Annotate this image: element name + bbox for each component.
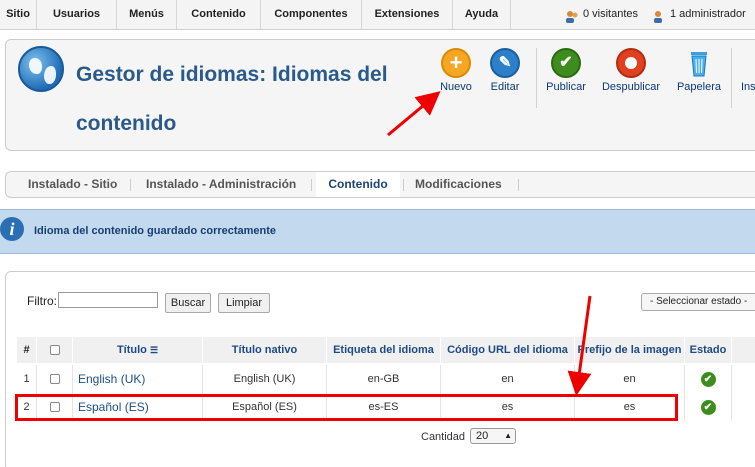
menu-extensiones[interactable]: Extensiones bbox=[362, 0, 453, 29]
published-check-icon[interactable]: ✔ bbox=[700, 371, 716, 387]
toolbar-panel: Gestor de idiomas: Idiomas del contenido… bbox=[5, 39, 755, 151]
install-button[interactable]: Ins bbox=[741, 48, 755, 93]
header-state[interactable]: Estado bbox=[685, 337, 732, 363]
unpublish-icon bbox=[616, 48, 646, 78]
admins-status: 1 administrador bbox=[652, 0, 746, 29]
top-menu-bar: Sitio Usuarios Menús Contenido Component… bbox=[0, 0, 755, 30]
page-title: Gestor de idiomas: Idiomas del contenido bbox=[76, 63, 388, 135]
row-image-prefix: en bbox=[575, 365, 685, 393]
stepper-arrows-icon: ▲ bbox=[504, 431, 512, 440]
tab-contenido[interactable]: Contenido bbox=[316, 172, 400, 197]
search-button[interactable]: Buscar bbox=[165, 293, 211, 313]
publish-button[interactable]: ✔ Publicar bbox=[541, 48, 591, 93]
new-button[interactable]: + Nuevo bbox=[434, 48, 478, 93]
info-icon: i bbox=[0, 217, 24, 241]
pagination-label: Cantidad bbox=[421, 431, 466, 443]
row-number: 1 bbox=[17, 365, 37, 393]
tab-instalado-sitio[interactable]: Instalado - Sitio bbox=[28, 172, 142, 197]
menu-usuarios[interactable]: Usuarios bbox=[37, 0, 117, 29]
sort-icon: ☰ bbox=[149, 345, 159, 355]
edit-button[interactable]: ✎ Editar bbox=[483, 48, 527, 93]
toolbar-divider bbox=[536, 48, 537, 108]
row-url-code: en bbox=[441, 365, 575, 393]
unpublish-button[interactable]: Despublicar bbox=[598, 48, 664, 93]
pagination-limit-select[interactable]: 20 ▲ bbox=[470, 428, 516, 444]
row-native-title: English (UK) bbox=[203, 365, 327, 393]
clear-button[interactable]: Limpiar bbox=[218, 293, 270, 313]
filter-input[interactable] bbox=[58, 292, 158, 308]
trash-button[interactable]: Papelera bbox=[674, 48, 724, 93]
tab-modificaciones[interactable]: Modificaciones bbox=[415, 172, 515, 197]
header-url-code[interactable]: Código URL del idioma bbox=[441, 337, 575, 363]
annotation-highlight-box bbox=[15, 394, 678, 421]
state-select[interactable]: - Seleccionar estado - bbox=[641, 293, 755, 311]
select-all-checkbox[interactable] bbox=[49, 345, 60, 356]
check-icon: ✔ bbox=[551, 48, 581, 78]
trash-icon bbox=[684, 48, 714, 78]
users-icon bbox=[565, 7, 579, 24]
menu-componentes[interactable]: Componentes bbox=[261, 0, 362, 29]
menu-menus[interactable]: Menús bbox=[117, 0, 177, 29]
row-title-link[interactable]: English (UK) bbox=[73, 365, 203, 393]
header-image-prefix[interactable]: Prefijo de la imagen bbox=[575, 337, 685, 363]
header-num: # bbox=[17, 337, 37, 363]
tab-instalado-administracion[interactable]: Instalado - Administración bbox=[146, 172, 306, 197]
header-native-title[interactable]: Título nativo bbox=[203, 337, 327, 363]
header-title[interactable]: Título ☰ bbox=[73, 337, 203, 363]
table-row: 1 English (UK) English (UK) en-GB en en … bbox=[17, 365, 755, 393]
tab-bar: Instalado - Sitio Instalado - Administra… bbox=[5, 171, 755, 198]
published-check-icon[interactable]: ✔ bbox=[700, 399, 716, 415]
toolbar-divider-2 bbox=[731, 48, 732, 108]
header-checkbox[interactable] bbox=[37, 337, 73, 363]
main-panel: Filtro: Buscar Limpiar - Seleccionar est… bbox=[5, 271, 755, 467]
success-message: i Idioma del contenido guardado correcta… bbox=[0, 209, 755, 254]
pencil-icon: ✎ bbox=[490, 48, 520, 78]
menu-sitio[interactable]: Sitio bbox=[0, 0, 37, 29]
admins-text: 1 administrador bbox=[670, 8, 746, 20]
admin-icon bbox=[652, 7, 666, 24]
message-text: Idioma del contenido guardado correctame… bbox=[34, 225, 277, 237]
filter-label: Filtro: bbox=[27, 294, 57, 308]
header-language-tag[interactable]: Etiqueta del idioma bbox=[327, 337, 441, 363]
menu-ayuda[interactable]: Ayuda bbox=[453, 0, 511, 29]
visitors-status: 0 visitantes bbox=[565, 0, 638, 29]
row-checkbox[interactable] bbox=[49, 374, 60, 385]
menu-contenido[interactable]: Contenido bbox=[177, 0, 261, 29]
globe-icon bbox=[18, 46, 64, 92]
visitors-text: 0 visitantes bbox=[583, 8, 639, 20]
plus-icon: + bbox=[441, 48, 471, 78]
row-language-tag: en-GB bbox=[327, 365, 441, 393]
